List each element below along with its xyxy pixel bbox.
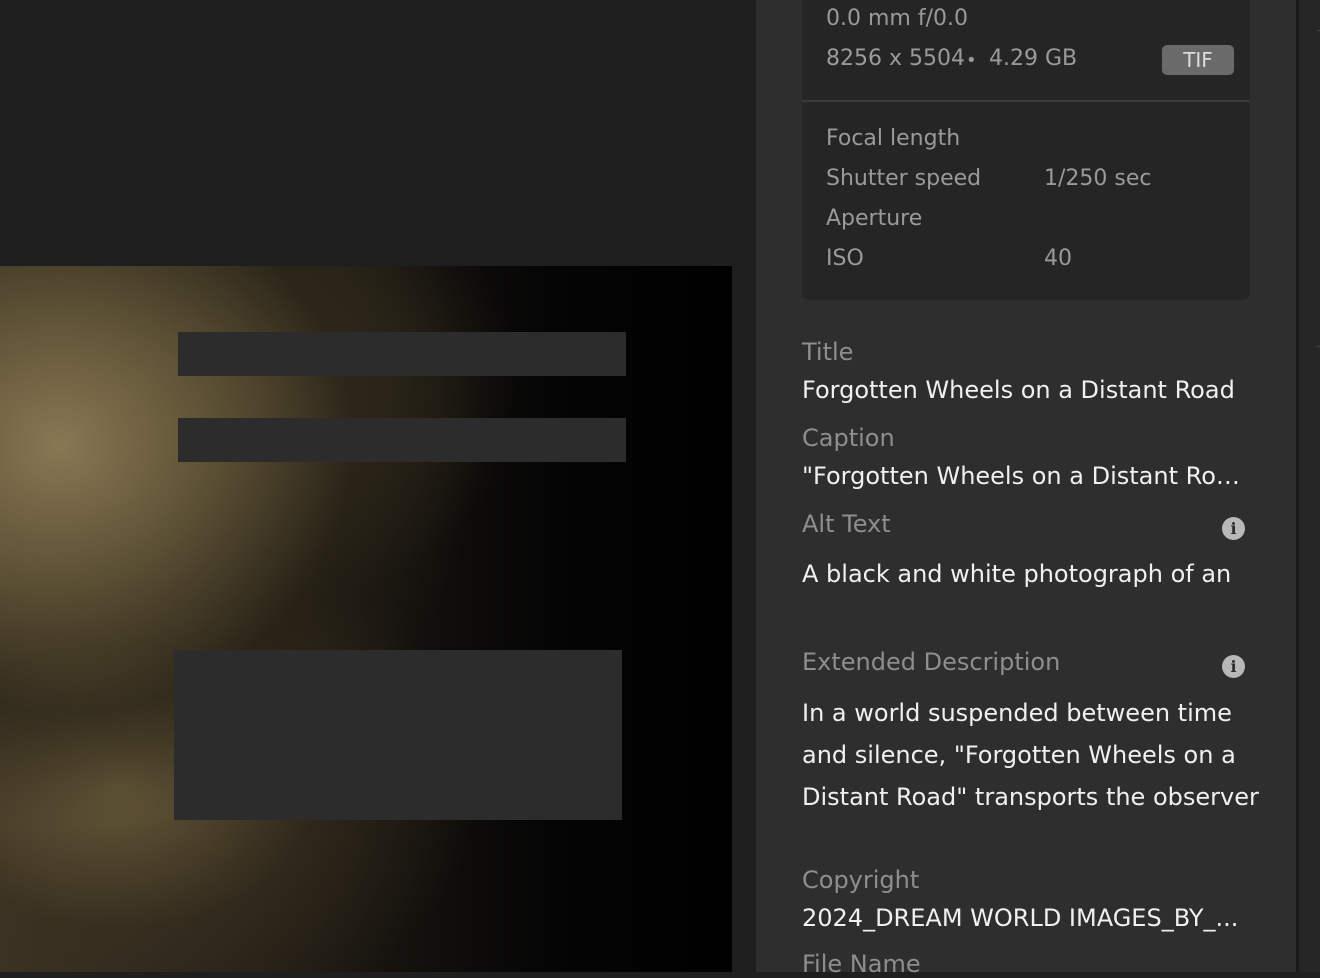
copyright-label: Copyright: [802, 866, 920, 894]
caption-label: Caption: [802, 424, 895, 452]
title-field[interactable]: Forgotten Wheels on a Distant Road: [802, 376, 1246, 404]
info-separator: •: [966, 50, 977, 71]
exif-label-iso: ISO: [826, 246, 864, 271]
exif-value-shutter-speed: 1/250 sec: [1044, 166, 1152, 191]
extended-description-label: Extended Description: [802, 648, 1061, 676]
image-canvas: [0, 0, 756, 972]
alt-text-info-icon[interactable]: i: [1222, 517, 1245, 540]
exif-label-focal-length: Focal length: [826, 126, 961, 151]
extended-description-info-icon[interactable]: i: [1222, 655, 1245, 678]
exif-value-iso: 40: [1044, 246, 1072, 271]
alt-text-field[interactable]: A black and white photograph of an: [802, 560, 1246, 588]
exif-label-aperture: Aperture: [826, 206, 923, 231]
file-name-label: File Name: [802, 950, 921, 978]
file-size: 4.29 GB: [989, 46, 1078, 71]
redacted-block-1: [178, 332, 626, 376]
extended-description-line: In a world suspended between time: [802, 699, 1232, 727]
extended-description-field[interactable]: In a world suspended between time and si…: [802, 692, 1259, 818]
alt-text-label: Alt Text: [802, 510, 891, 538]
camera-info-card: 0.0 mm f/0.0 8256 x 5504 • 4.29 GB TIF F…: [802, 0, 1250, 300]
panel-scroll-edge: [1296, 0, 1320, 972]
file-format-badge: TIF: [1162, 45, 1234, 75]
lens-info: 0.0 mm f/0.0: [826, 6, 968, 31]
image-dimensions: 8256 x 5504: [826, 46, 965, 71]
redacted-block-3: [174, 650, 622, 820]
title-label: Title: [802, 338, 854, 366]
caption-field[interactable]: "Forgotten Wheels on a Distant Road...: [802, 462, 1246, 490]
redacted-block-2: [178, 418, 626, 462]
card-divider: [802, 100, 1250, 102]
extended-description-line: Distant Road" transports the observer: [802, 783, 1259, 811]
exif-label-shutter-speed: Shutter speed: [826, 166, 982, 191]
extended-description-line: and silence, "Forgotten Wheels on a: [802, 741, 1236, 769]
copyright-field[interactable]: 2024_DREAM WORLD IMAGES_BY_...: [802, 904, 1246, 932]
info-panel: 0.0 mm f/0.0 8256 x 5504 • 4.29 GB TIF F…: [756, 0, 1296, 978]
